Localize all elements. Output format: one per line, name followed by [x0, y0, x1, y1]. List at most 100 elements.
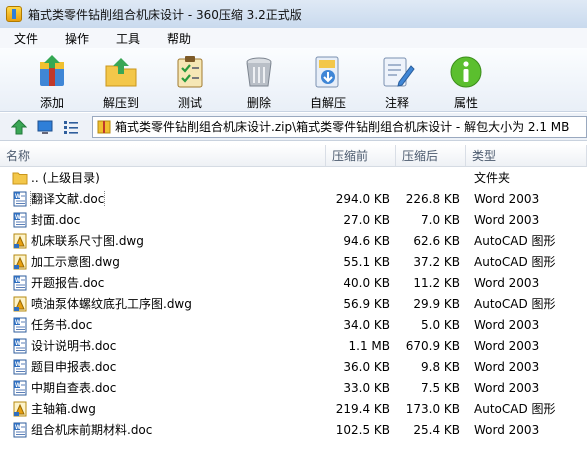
parent-folder-row[interactable]: .. (上级目录) 文件夹 — [0, 167, 587, 188]
column-type[interactable]: 类型 — [466, 145, 587, 166]
extract-to-button[interactable]: 解压到 — [85, 48, 157, 112]
file-type-cell: Word 2003 — [474, 422, 540, 437]
file-name: 任务书.doc — [31, 318, 93, 332]
table-row[interactable]: W 题目申报表.doc 36.0 KB 9.8 KB Word 2003 — [0, 356, 587, 377]
test-clipboard-icon — [177, 56, 203, 88]
menu-tools[interactable]: 工具 — [116, 30, 140, 47]
file-name-cell: 机床联系尺寸图.dwg — [0, 232, 326, 249]
file-list: .. (上级目录) 文件夹 W 翻译文献.doc 294.0 KB 226.8 KB Wor… — [0, 167, 587, 440]
file-name: .. (上级目录) — [31, 171, 100, 185]
menu-file[interactable]: 文件 — [14, 30, 38, 47]
word-doc-icon: W — [13, 380, 27, 395]
table-row[interactable]: 喷油泵体螺纹底孔工序图.dwg 56.9 KB 29.9 KB AutoCAD 图形 — [0, 293, 587, 314]
comment-pen-icon — [383, 57, 415, 87]
file-packed-size-cell: 173.0 KB — [405, 401, 460, 416]
file-packed-size-cell: 670.9 KB — [405, 338, 460, 353]
up-arrow-icon[interactable] — [10, 118, 28, 136]
delete-label: 删除 — [246, 96, 271, 110]
table-row[interactable]: W 任务书.doc 34.0 KB 5.0 KB Word 2003 — [0, 314, 587, 335]
delete-button[interactable]: 删除 — [223, 48, 295, 112]
file-size-cell: 102.5 KB — [335, 422, 390, 437]
file-packed-size-cell: 9.8 KB — [421, 359, 460, 374]
svg-text:W: W — [15, 341, 21, 347]
file-size-cell: 94.6 KB — [343, 233, 390, 248]
file-size-cell: 56.9 KB — [343, 296, 390, 311]
file-type-cell: Word 2003 — [474, 275, 540, 290]
address-path-field[interactable]: 箱式类零件钻削组合机床设计.zip\箱式类零件钻削组合机床设计 - 解包大小为 … — [92, 115, 587, 138]
table-row[interactable]: W 设计说明书.doc 1.1 MB 670.9 KB Word 2003 — [0, 335, 587, 356]
file-size-cell: 34.0 KB — [343, 317, 390, 332]
file-size-cell: 1.1 MB — [348, 338, 390, 353]
column-name[interactable]: 名称 — [0, 145, 326, 166]
list-view-icon[interactable] — [62, 118, 80, 136]
svg-text:W: W — [15, 278, 21, 284]
menu-bar: 文件 操作 工具 帮助 — [0, 28, 587, 48]
word-doc-icon: W — [13, 191, 27, 206]
comment-button[interactable]: 注释 — [361, 48, 433, 112]
word-doc-icon: W — [13, 422, 27, 437]
file-name-cell: W 任务书.doc — [0, 316, 326, 333]
table-row[interactable]: W 翻译文献.doc 294.0 KB 226.8 KB Word 2003 — [0, 188, 587, 209]
menu-help[interactable]: 帮助 — [167, 30, 191, 47]
trash-can-icon — [246, 57, 272, 87]
file-size-cell: 219.4 KB — [335, 401, 390, 416]
test-button[interactable]: 测试 — [154, 48, 226, 112]
svg-text:W: W — [15, 425, 21, 431]
self-extract-icon — [315, 56, 339, 88]
table-row[interactable]: W 组合机床前期材料.doc 102.5 KB 25.4 KB Word 2003 — [0, 419, 587, 440]
table-row[interactable]: W 开题报告.doc 40.0 KB 11.2 KB Word 2003 — [0, 272, 587, 293]
app-archive-icon — [6, 6, 22, 22]
file-name: 主轴箱.dwg — [31, 402, 96, 416]
file-name: 组合机床前期材料.doc — [31, 423, 153, 437]
properties-button[interactable]: 属性 — [430, 48, 502, 112]
file-packed-size-cell: 25.4 KB — [413, 422, 460, 437]
table-row[interactable]: 主轴箱.dwg 219.4 KB 173.0 KB AutoCAD 图形 — [0, 398, 587, 419]
file-name-cell: W 开题报告.doc — [0, 274, 326, 291]
file-name: 开题报告.doc — [31, 276, 105, 290]
svg-text:W: W — [15, 320, 21, 326]
svg-text:W: W — [15, 362, 21, 368]
file-type-cell: AutoCAD 图形 — [474, 402, 556, 416]
add-button[interactable]: 添加 — [16, 48, 88, 112]
desktop-icon[interactable] — [36, 118, 54, 136]
table-row[interactable]: W 封面.doc 27.0 KB 7.0 KB Word 2003 — [0, 209, 587, 230]
file-name-cell: W 题目申报表.doc — [0, 358, 326, 375]
file-name: 设计说明书.doc — [31, 339, 117, 353]
column-size[interactable]: 压缩前 — [326, 145, 396, 166]
file-size-cell: 33.0 KB — [343, 380, 390, 395]
file-packed-size-cell: 11.2 KB — [413, 275, 460, 290]
add-label: 添加 — [39, 96, 64, 110]
file-size-cell: 55.1 KB — [343, 254, 390, 269]
self-extract-button[interactable]: 自解压 — [292, 48, 364, 112]
word-doc-icon: W — [13, 275, 27, 290]
file-size-cell: 27.0 KB — [343, 212, 390, 227]
file-size-cell: 40.0 KB — [343, 275, 390, 290]
word-doc-icon: W — [13, 359, 27, 374]
svg-text:W: W — [15, 194, 21, 200]
toolbar: 添加 解压到 测试 删除 自解压 注释 属性 — [0, 48, 587, 112]
word-doc-icon: W — [13, 317, 27, 332]
file-packed-size-cell: 7.5 KB — [421, 380, 460, 395]
test-label: 测试 — [177, 96, 202, 110]
file-name-cell: W 设计说明书.doc — [0, 337, 326, 354]
file-type-cell: Word 2003 — [474, 359, 540, 374]
file-type-cell: Word 2003 — [474, 380, 540, 395]
table-row[interactable]: 加工示意图.dwg 55.1 KB 37.2 KB AutoCAD 图形 — [0, 251, 587, 272]
file-name-cell: W 翻译文献.doc — [0, 190, 326, 207]
menu-operation[interactable]: 操作 — [65, 30, 89, 47]
column-packed[interactable]: 压缩后 — [396, 145, 466, 166]
file-packed-size-cell: 5.0 KB — [421, 317, 460, 332]
file-name-cell: W 中期自查表.doc — [0, 379, 326, 396]
file-name: 中期自查表.doc — [31, 381, 117, 395]
table-row[interactable]: W 中期自查表.doc 33.0 KB 7.5 KB Word 2003 — [0, 377, 587, 398]
autocad-dwg-icon — [13, 296, 27, 311]
file-packed-size-cell: 226.8 KB — [405, 191, 460, 206]
file-type-cell: Word 2003 — [474, 338, 540, 353]
file-size-cell: 36.0 KB — [343, 359, 390, 374]
file-name-cell: 喷油泵体螺纹底孔工序图.dwg — [0, 295, 326, 312]
file-name-cell: .. (上级目录) — [0, 169, 326, 186]
autocad-dwg-icon — [13, 254, 27, 269]
window-title: 箱式类零件钻削组合机床设计 - 360压缩 3.2正式版 — [28, 7, 302, 22]
self-extract-label: 自解压 — [309, 96, 346, 110]
table-row[interactable]: 机床联系尺寸图.dwg 94.6 KB 62.6 KB AutoCAD 图形 — [0, 230, 587, 251]
